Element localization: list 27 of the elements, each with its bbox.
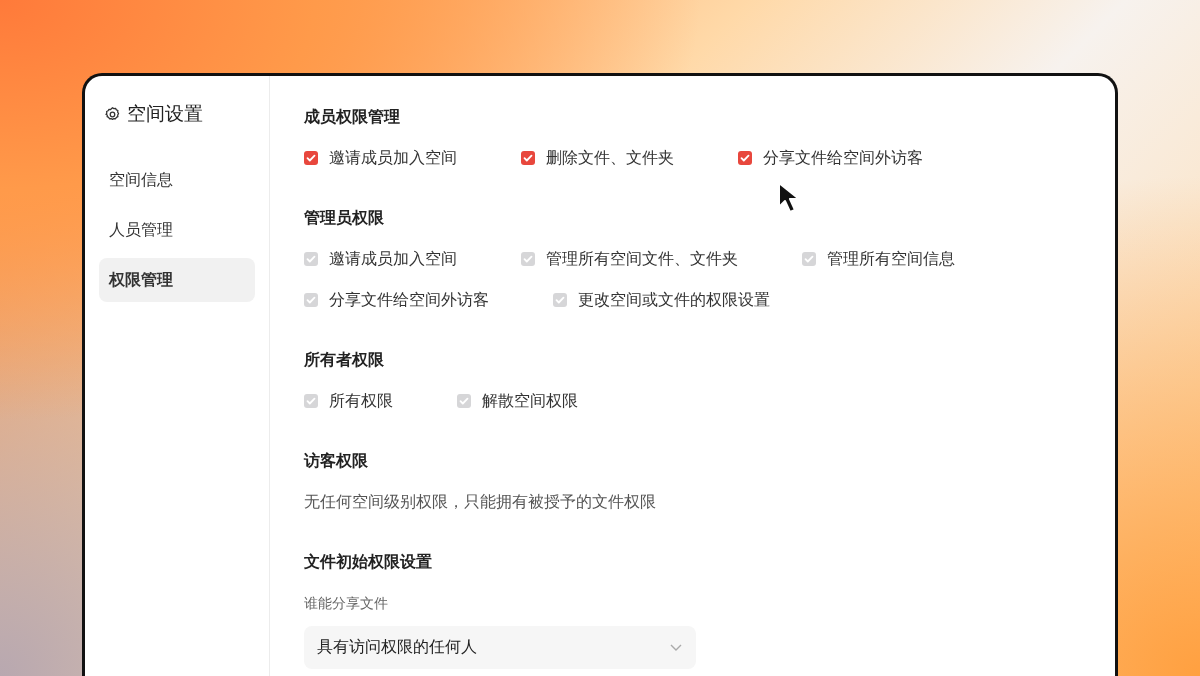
- checkbox-label: 分享文件给空间外访客: [763, 147, 923, 169]
- checkbox-label: 删除文件、文件夹: [546, 147, 674, 169]
- dropdown-field[interactable]: 具有访问权限的任何人: [304, 626, 696, 669]
- checkbox-label: 解散空间权限: [482, 390, 578, 412]
- checkbox-label: 分享文件给空间外访客: [329, 289, 489, 311]
- sidebar-item[interactable]: 权限管理: [99, 258, 255, 302]
- description-text: 无任何空间级别权限，只能拥有被授予的文件权限: [304, 491, 657, 513]
- section-heading: 成员权限管理: [304, 106, 401, 128]
- checkbox[interactable]: [521, 151, 535, 165]
- section-heading: 文件初始权限设置: [304, 551, 433, 573]
- sidebar-item[interactable]: 人员管理: [99, 208, 255, 252]
- checkbox[interactable]: [304, 151, 318, 165]
- section-heading: 所有者权限: [304, 349, 385, 371]
- settings-icon: [104, 105, 121, 123]
- sidebar-item[interactable]: 空间信息: [99, 158, 255, 202]
- checkbox-label: 所有权限: [329, 390, 393, 412]
- section-heading: 管理员权限: [304, 207, 385, 229]
- chevron-down-icon: [670, 644, 682, 651]
- sidebar-title: 空间设置: [127, 101, 203, 126]
- checkbox-label: 更改空间或文件的权限设置: [578, 289, 770, 311]
- checkbox[interactable]: [738, 151, 752, 165]
- checkbox-label: 邀请成员加入空间: [329, 248, 457, 270]
- checkbox-label: 管理所有空间文件、文件夹: [546, 248, 738, 270]
- checkbox-label: 管理所有空间信息: [827, 248, 955, 270]
- field-label: 谁能分享文件: [304, 594, 389, 613]
- checkbox-label: 邀请成员加入空间: [329, 147, 457, 169]
- section-heading: 访客权限: [304, 450, 369, 472]
